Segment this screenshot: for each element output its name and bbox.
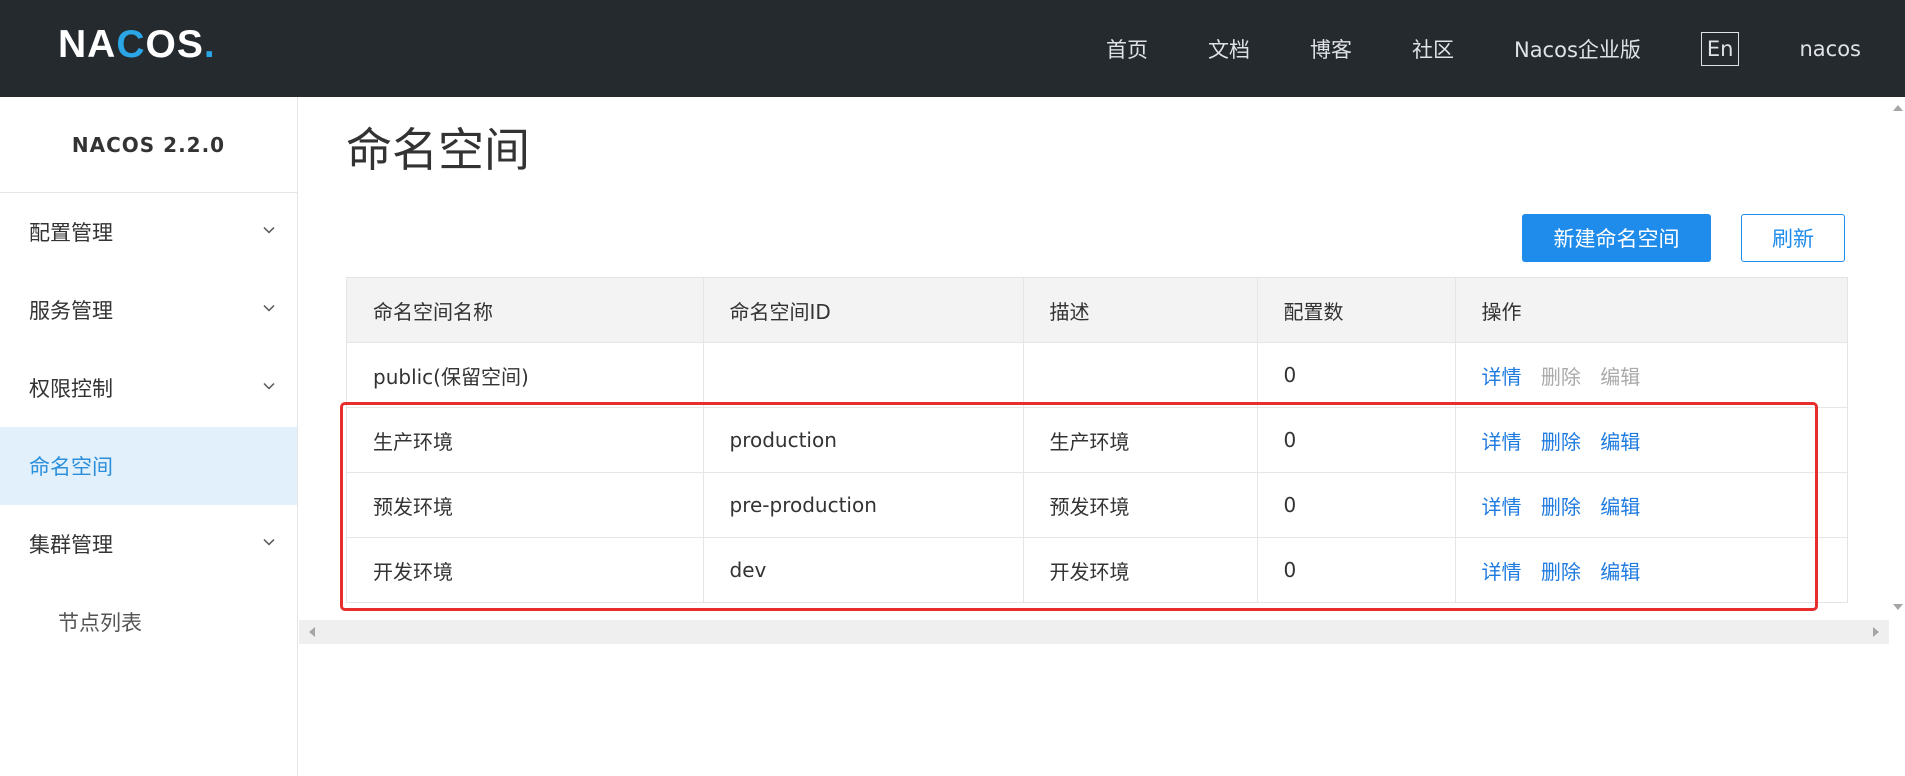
edit-link[interactable]: 编辑 xyxy=(1600,430,1640,454)
table-row: public(保留空间) 0 详情 删除 编辑 xyxy=(347,342,1847,408)
scroll-left-icon[interactable] xyxy=(309,627,315,637)
column-header-description: 描述 xyxy=(1023,278,1258,343)
cell-actions: 详情 删除 编辑 xyxy=(1455,538,1847,603)
nav-docs[interactable]: 文档 xyxy=(1208,34,1250,64)
nav-enterprise[interactable]: Nacos企业版 xyxy=(1514,34,1641,64)
refresh-button[interactable]: 刷新 xyxy=(1741,214,1845,262)
cell-name: 开发环境 xyxy=(347,537,704,602)
delete-link[interactable]: 删除 xyxy=(1541,560,1581,584)
edit-link: 编辑 xyxy=(1600,364,1641,389)
top-nav: 首页 文档 博客 社区 Nacos企业版 En nacos xyxy=(1046,0,1861,97)
delete-link: 删除 xyxy=(1540,364,1581,389)
language-switch[interactable]: En xyxy=(1700,31,1740,66)
cell-id: production xyxy=(703,407,1024,473)
sidebar-item-label: 服务管理 xyxy=(29,299,113,323)
cell-config-count: 0 xyxy=(1257,342,1456,408)
user-menu[interactable]: nacos xyxy=(1799,37,1861,61)
column-header-id: 命名空间ID xyxy=(703,278,1024,343)
column-header-actions: 操作 xyxy=(1455,278,1847,343)
horizontal-scrollbar[interactable] xyxy=(299,620,1889,644)
details-link[interactable]: 详情 xyxy=(1482,560,1522,584)
cell-id: dev xyxy=(703,537,1024,602)
cell-name: 预发环境 xyxy=(347,472,704,538)
sidebar-menu: 配置管理 服务管理 权限控制 命名空间 集群管理 节点列表 xyxy=(0,193,297,661)
chevron-down-icon xyxy=(263,382,275,390)
sidebar-subitem-node-list[interactable]: 节点列表 xyxy=(0,583,297,661)
cell-config-count: 0 xyxy=(1257,407,1456,473)
details-link[interactable]: 详情 xyxy=(1482,495,1522,519)
delete-link[interactable]: 删除 xyxy=(1541,430,1581,454)
chevron-down-icon xyxy=(263,226,275,234)
sidebar-item-label: 配置管理 xyxy=(29,221,113,245)
cell-description xyxy=(1023,342,1258,408)
column-header-name: 命名空间名称 xyxy=(347,278,704,343)
sidebar-subitem-label: 节点列表 xyxy=(58,611,142,635)
edit-link[interactable]: 编辑 xyxy=(1600,495,1640,519)
nav-community[interactable]: 社区 xyxy=(1412,34,1454,64)
scroll-up-icon[interactable] xyxy=(1893,105,1903,111)
cell-name: public(保留空间) xyxy=(347,342,704,408)
cell-actions: 详情 删除 编辑 xyxy=(1455,407,1847,473)
cell-id xyxy=(703,342,1024,408)
cell-name: 生产环境 xyxy=(347,407,704,473)
sidebar-item-config-management[interactable]: 配置管理 xyxy=(0,193,297,271)
sidebar-item-label: 权限控制 xyxy=(29,377,113,401)
logo-dot: . xyxy=(203,23,216,66)
column-header-config-count: 配置数 xyxy=(1257,278,1456,343)
cell-description: 预发环境 xyxy=(1023,472,1258,538)
details-link[interactable]: 详情 xyxy=(1482,365,1522,389)
nav-blog[interactable]: 博客 xyxy=(1310,34,1352,64)
table-row: 开发环境 dev 开发环境 0 详情 删除 编辑 xyxy=(347,537,1847,603)
nacos-logo[interactable]: NACOS. xyxy=(58,25,216,64)
cell-description: 开发环境 xyxy=(1023,537,1258,602)
sidebar-item-service-management[interactable]: 服务管理 xyxy=(0,271,297,349)
scroll-right-icon[interactable] xyxy=(1873,627,1879,637)
scroll-down-icon[interactable] xyxy=(1893,604,1903,610)
create-namespace-button[interactable]: 新建命名空间 xyxy=(1522,214,1711,262)
table-row: 预发环境 pre-production 预发环境 0 详情 删除 编辑 xyxy=(347,472,1847,538)
sidebar-item-cluster-management[interactable]: 集群管理 xyxy=(0,505,297,583)
logo-text-part1: NA xyxy=(58,23,117,66)
logo-text-part2: C xyxy=(116,23,146,66)
details-link[interactable]: 详情 xyxy=(1482,430,1522,454)
chevron-down-icon xyxy=(263,538,275,546)
cell-config-count: 0 xyxy=(1257,472,1456,538)
cell-actions: 详情 删除 编辑 xyxy=(1455,342,1847,408)
sidebar-item-label: 命名空间 xyxy=(29,455,113,479)
table-row: 生产环境 production 生产环境 0 详情 删除 编辑 xyxy=(347,407,1847,473)
logo-text-part3: OS xyxy=(145,23,204,66)
page-title: 命名空间 xyxy=(346,123,530,177)
cell-id: pre-production xyxy=(703,472,1024,538)
sidebar-item-namespace[interactable]: 命名空间 xyxy=(0,427,297,505)
vertical-scrollbar[interactable] xyxy=(1889,97,1905,620)
sidebar-item-access-control[interactable]: 权限控制 xyxy=(0,349,297,427)
top-bar: NACOS. 首页 文档 博客 社区 Nacos企业版 En nacos xyxy=(0,0,1905,97)
sidebar: NACOS 2.2.0 配置管理 服务管理 权限控制 命名空间 集群管理 节点列… xyxy=(0,97,298,776)
table-header-row: 命名空间名称 命名空间ID 描述 配置数 操作 xyxy=(347,278,1847,343)
cell-actions: 详情 删除 编辑 xyxy=(1455,472,1847,538)
sidebar-item-label: 集群管理 xyxy=(29,533,113,557)
delete-link[interactable]: 删除 xyxy=(1541,495,1581,519)
cell-config-count: 0 xyxy=(1257,537,1456,602)
namespace-table: 命名空间名称 命名空间ID 描述 配置数 操作 public(保留空间) 0 详… xyxy=(346,277,1848,603)
chevron-down-icon xyxy=(263,304,275,312)
version-label: NACOS 2.2.0 xyxy=(0,97,297,193)
cell-description: 生产环境 xyxy=(1023,407,1258,473)
edit-link[interactable]: 编辑 xyxy=(1600,560,1640,584)
nav-home[interactable]: 首页 xyxy=(1106,34,1148,64)
